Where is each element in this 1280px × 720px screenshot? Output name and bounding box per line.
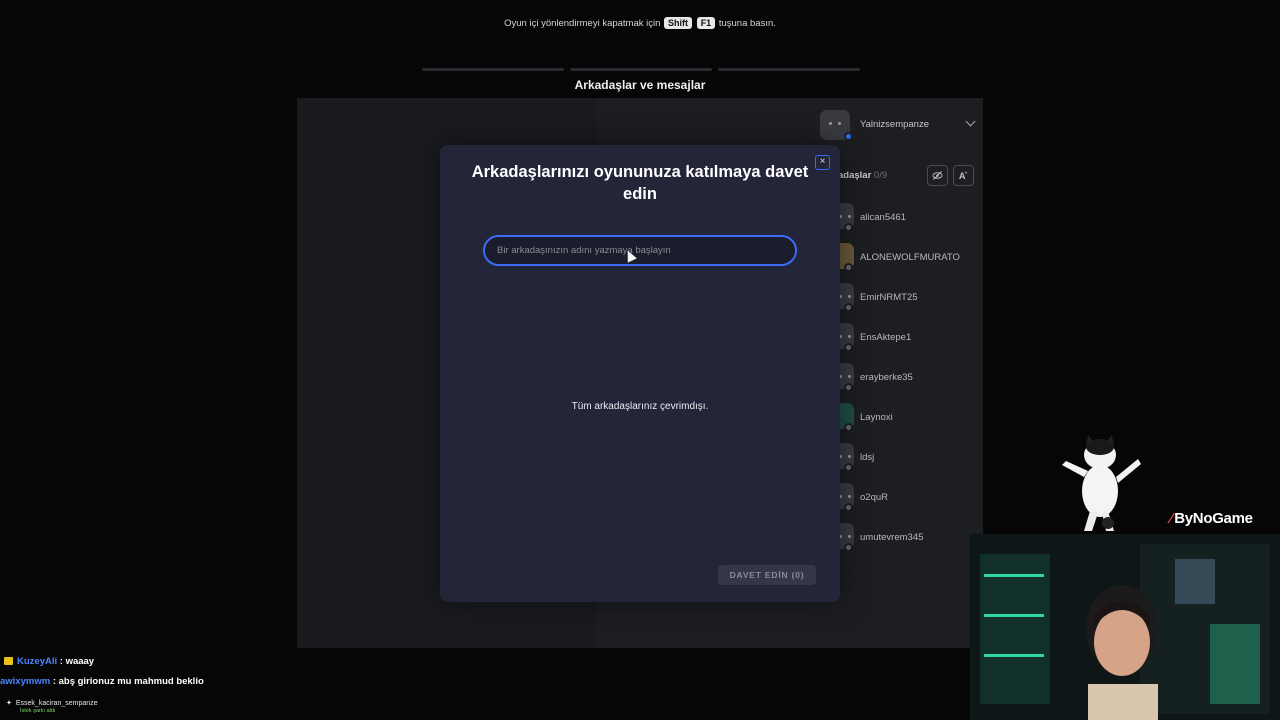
friend-name: EnsAktepe1 <box>860 332 912 343</box>
notification-subtext: İstek şarkı aldı <box>20 708 56 714</box>
friend-item[interactable]: ALONEWOLFMURATO <box>830 243 980 275</box>
overlay-tab-3[interactable] <box>718 68 860 71</box>
friend-item[interactable]: erayberke35 <box>830 363 980 395</box>
friend-name: ldsj <box>860 452 875 463</box>
friend-item[interactable]: EmirNRMT25 <box>830 283 980 315</box>
friend-search-input[interactable] <box>483 235 797 266</box>
user-status-indicator <box>844 132 853 141</box>
chat-username: awixymwm <box>0 676 51 687</box>
friend-item[interactable]: ldsj <box>830 443 980 475</box>
hint-key-f1: F1 <box>696 17 716 29</box>
overlay-title: Arkadaşlar ve mesajlar <box>574 78 706 92</box>
screen: Oyun içi yönlendirmeyi kapatmak için Shi… <box>0 0 1280 720</box>
friends-header: adaşlar 0/9 <box>838 170 887 181</box>
friend-name: alican5461 <box>860 212 906 223</box>
friend-status-indicator <box>844 263 853 272</box>
chat-text: : abş girionuz mu mahmud beklio <box>52 676 204 687</box>
chat-text: : waaay <box>59 656 95 667</box>
friend-item[interactable]: alican5461 <box>830 203 980 235</box>
empty-state-message: Tüm arkadaşlarınız çevrimdışı. <box>571 401 709 412</box>
friend-name: erayberke35 <box>860 372 913 383</box>
eye-off-icon[interactable] <box>927 165 948 186</box>
friend-status-indicator <box>844 503 853 512</box>
friend-status-indicator <box>844 463 853 472</box>
overlay-tab-1[interactable] <box>422 68 564 71</box>
friend-name: EmirNRMT25 <box>860 292 918 303</box>
chat-username: KuzeyAli <box>17 656 58 667</box>
brand-slash-icon: ⁄ <box>1170 510 1173 527</box>
friend-name: Laynoxi <box>860 412 893 423</box>
chevron-down-icon[interactable] <box>965 116 976 127</box>
friends-title: adaşlar <box>838 170 872 181</box>
friend-status-indicator <box>844 223 853 232</box>
friend-name: o2quR <box>860 492 888 503</box>
friend-name: ALONEWOLFMURATO <box>860 252 960 263</box>
friend-status-indicator <box>844 423 853 432</box>
hint-text-after: tuşuna basın. <box>718 18 776 29</box>
hint-key-shift: Shift <box>664 17 693 29</box>
friend-status-indicator <box>844 383 853 392</box>
stream-notification: ✦ Essek_kaciran_sempanze İstek şarkı aldı <box>6 699 98 714</box>
overlay-hint: Oyun içi yönlendirmeyi kapatmak için Shi… <box>0 17 1280 29</box>
friend-status-indicator <box>844 543 853 552</box>
hint-text: Oyun içi yönlendirmeyi kapatmak için <box>504 18 661 29</box>
friend-item[interactable]: EnsAktepe1 <box>830 323 980 355</box>
dancing-cat-image <box>1062 435 1141 531</box>
overlay-tab-2[interactable] <box>570 68 712 71</box>
friend-status-indicator <box>844 303 853 312</box>
chat-message: KuzeyAli : waaay <box>0 656 94 667</box>
invite-button[interactable]: DAVET EDİN (0) <box>718 565 816 585</box>
modal-title: Arkadaşlarınızı oyununuza katılmaya dave… <box>471 163 809 203</box>
brand-logo: ⁄ ByNoGame <box>1170 510 1253 527</box>
friend-item[interactable]: umutevrem345 <box>830 523 980 555</box>
bell-icon: ✦ <box>6 700 12 707</box>
chat-message: awixymwm : abş girionuz mu mahmud beklio <box>0 676 204 687</box>
overlay-tabs <box>422 68 860 71</box>
add-friend-icon[interactable]: A + <box>953 165 974 186</box>
crown-icon <box>4 657 13 665</box>
friend-item[interactable]: Laynoxi <box>830 403 980 435</box>
friend-item[interactable]: o2quR <box>830 483 980 515</box>
invite-friends-modal: × Arkadaşlarınızı oyununuza katılmaya da… <box>440 145 840 602</box>
webcam-feed <box>970 534 1280 720</box>
svg-text:+: + <box>964 171 967 177</box>
brand-name: ByNoGame <box>1174 510 1253 527</box>
notification-text: Essek_kaciran_sempanze <box>15 700 98 707</box>
friend-status-indicator <box>844 343 853 352</box>
friend-name: umutevrem345 <box>860 532 924 543</box>
user-profile-menu[interactable]: Yalnizsempanze <box>820 108 980 142</box>
user-name: Yalnizsempanze <box>860 119 930 130</box>
friends-count: 0/9 <box>873 170 888 181</box>
